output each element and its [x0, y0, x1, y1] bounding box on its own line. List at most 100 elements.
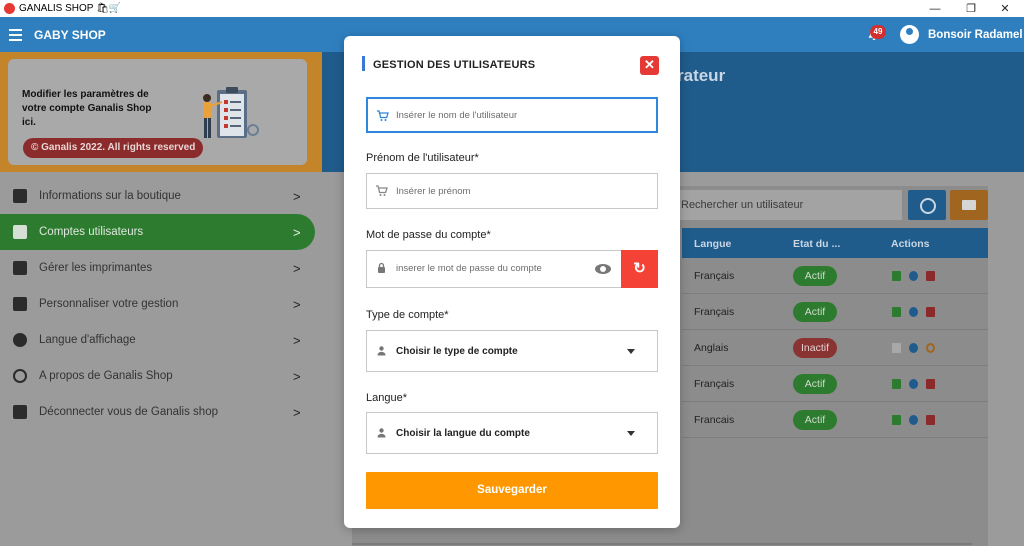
- divider: [352, 543, 972, 545]
- prenom-field[interactable]: Insérer le prénom: [366, 173, 658, 209]
- dashboard-add-icon: [13, 297, 27, 311]
- sidebar-item-printers[interactable]: Gérer les imprimantes >: [0, 250, 322, 286]
- window-title: GANALIS SHOP 🛍🛒: [19, 3, 122, 14]
- view-icon[interactable]: [909, 271, 918, 281]
- account-type-label: Type de compte*: [366, 309, 449, 321]
- shop-name: GABY SHOP: [34, 28, 106, 42]
- cell-langue: Français: [694, 378, 735, 390]
- save-button[interactable]: Sauvegarder: [366, 472, 658, 509]
- table-header: Langue Etat du ... Actions: [682, 228, 988, 258]
- password-field[interactable]: inserer le mot de passe du compte ↻: [366, 250, 658, 288]
- sidebar-item-logout[interactable]: Déconnecter vous de Ganalis shop >: [0, 394, 322, 430]
- user-avatar-icon[interactable]: [900, 25, 919, 44]
- chevron-right-icon: >: [293, 369, 301, 384]
- copyright-badge: © Ganalis 2022. All rights reserved: [23, 138, 204, 158]
- prenom-placeholder: Insérer le prénom: [396, 186, 471, 197]
- chevron-right-icon: >: [293, 261, 301, 276]
- sidebar-item-label: Comptes utilisateurs: [39, 226, 144, 238]
- cell-langue: Francais: [694, 414, 735, 426]
- cell-langue: Français: [694, 306, 735, 318]
- sidebar-item-label: Informations sur la boutique: [39, 190, 181, 202]
- shopping-bag-icon: [13, 189, 27, 203]
- username-placeholder: Insérer le nom de l'utilisateur: [396, 110, 518, 121]
- minimize-button[interactable]: —: [918, 0, 952, 17]
- column-header-etat: Etat du ...: [793, 238, 841, 250]
- table-row: Francais Actif: [682, 402, 988, 438]
- printer-icon: [13, 261, 27, 275]
- edit-icon[interactable]: [892, 307, 901, 317]
- chevron-down-icon: [627, 431, 635, 436]
- show-password-icon[interactable]: [595, 264, 611, 274]
- page-title: rateur: [677, 66, 726, 85]
- language-value: Choisir la langue du compte: [396, 428, 530, 439]
- promo-card: Modifier les paramètres de votre compte …: [8, 59, 307, 165]
- generate-password-button[interactable]: ↻: [621, 250, 658, 288]
- users-gear-icon: [13, 225, 27, 239]
- edit-icon[interactable]: [892, 379, 901, 389]
- view-icon[interactable]: [909, 307, 918, 317]
- promo-section: Modifier les paramètres de votre compte …: [0, 52, 322, 172]
- sidebar-item-shop-info[interactable]: Informations sur la boutique >: [0, 178, 322, 214]
- sidebar: Modifier les paramètres de votre compte …: [0, 52, 322, 546]
- sidebar-item-label: Déconnecter vous de Ganalis shop: [39, 406, 218, 418]
- chevron-right-icon: >: [293, 225, 301, 240]
- delete-icon[interactable]: [926, 307, 935, 317]
- account-type-select[interactable]: Choisir le type de compte: [366, 330, 658, 372]
- delete-icon[interactable]: [926, 415, 935, 425]
- view-icon[interactable]: [909, 343, 918, 353]
- sidebar-item-label: Personnaliser votre gestion: [39, 298, 179, 310]
- chevron-right-icon: >: [293, 189, 301, 204]
- dialog-title: GESTION DES UTILISATEURS: [373, 59, 536, 71]
- view-icon[interactable]: [909, 379, 918, 389]
- column-header-langue: Langue: [694, 238, 732, 250]
- menu-icon[interactable]: [9, 29, 22, 44]
- user-greeting[interactable]: Bonsoir Radamel: [928, 29, 1023, 41]
- sidebar-item-customize[interactable]: Personnaliser votre gestion >: [0, 286, 322, 322]
- person-icon: [377, 346, 386, 356]
- username-field[interactable]: Insérer le nom de l'utilisateur: [366, 97, 658, 133]
- globe-icon: [13, 333, 27, 347]
- chevron-right-icon: >: [293, 405, 301, 420]
- account-type-value: Choisir le type de compte: [396, 346, 518, 357]
- sidebar-item-label: A propos de Ganalis Shop: [39, 370, 173, 382]
- chevron-right-icon: >: [293, 297, 301, 312]
- chevron-right-icon: >: [293, 333, 301, 348]
- sidebar-item-user-accounts[interactable]: Comptes utilisateurs >: [0, 214, 315, 250]
- cart-icon: [376, 185, 388, 196]
- add-user-button[interactable]: [908, 190, 946, 220]
- maximize-button[interactable]: ❐: [954, 0, 988, 17]
- sidebar-item-about[interactable]: A propos de Ganalis Shop >: [0, 358, 322, 394]
- password-label: Mot de passe du compte*: [366, 229, 491, 241]
- prenom-label: Prénom de l'utilisateur*: [366, 152, 479, 164]
- close-window-button[interactable]: ✕: [988, 0, 1022, 17]
- status-badge: Actif: [793, 410, 837, 430]
- cart-icon: [377, 110, 389, 121]
- window-titlebar: GANALIS SHOP 🛍🛒: [0, 0, 1024, 17]
- status-badge: Actif: [793, 374, 837, 394]
- search-placeholder: Rechercher un utilisateur: [681, 199, 804, 211]
- edit-icon[interactable]: [892, 415, 901, 425]
- checklist-illustration-icon: [203, 87, 259, 138]
- sidebar-menu: Informations sur la boutique > Comptes u…: [0, 178, 322, 430]
- status-badge: Inactif: [793, 338, 837, 358]
- view-icon[interactable]: [909, 415, 918, 425]
- password-placeholder: inserer le mot de passe du compte: [396, 263, 542, 274]
- restore-icon[interactable]: [926, 343, 935, 353]
- sidebar-item-language[interactable]: Langue d'affichage >: [0, 322, 322, 358]
- cell-langue: Anglais: [694, 342, 729, 354]
- cell-langue: Français: [694, 270, 735, 282]
- language-select[interactable]: Choisir la langue du compte: [366, 412, 658, 454]
- column-header-actions: Actions: [891, 238, 930, 250]
- app-logo-icon: [4, 3, 15, 14]
- chevron-down-icon: [627, 349, 635, 354]
- edit-icon[interactable]: [892, 271, 901, 281]
- delete-icon[interactable]: [926, 379, 935, 389]
- table-row: Anglais Inactif: [682, 330, 988, 366]
- status-badge: Actif: [793, 302, 837, 322]
- logout-lock-icon: [13, 405, 27, 419]
- print-button[interactable]: [950, 190, 988, 220]
- language-label: Langue*: [366, 392, 407, 404]
- table-row: Français Actif: [682, 366, 988, 402]
- close-dialog-button[interactable]: ✕: [640, 56, 659, 75]
- delete-icon[interactable]: [926, 271, 935, 281]
